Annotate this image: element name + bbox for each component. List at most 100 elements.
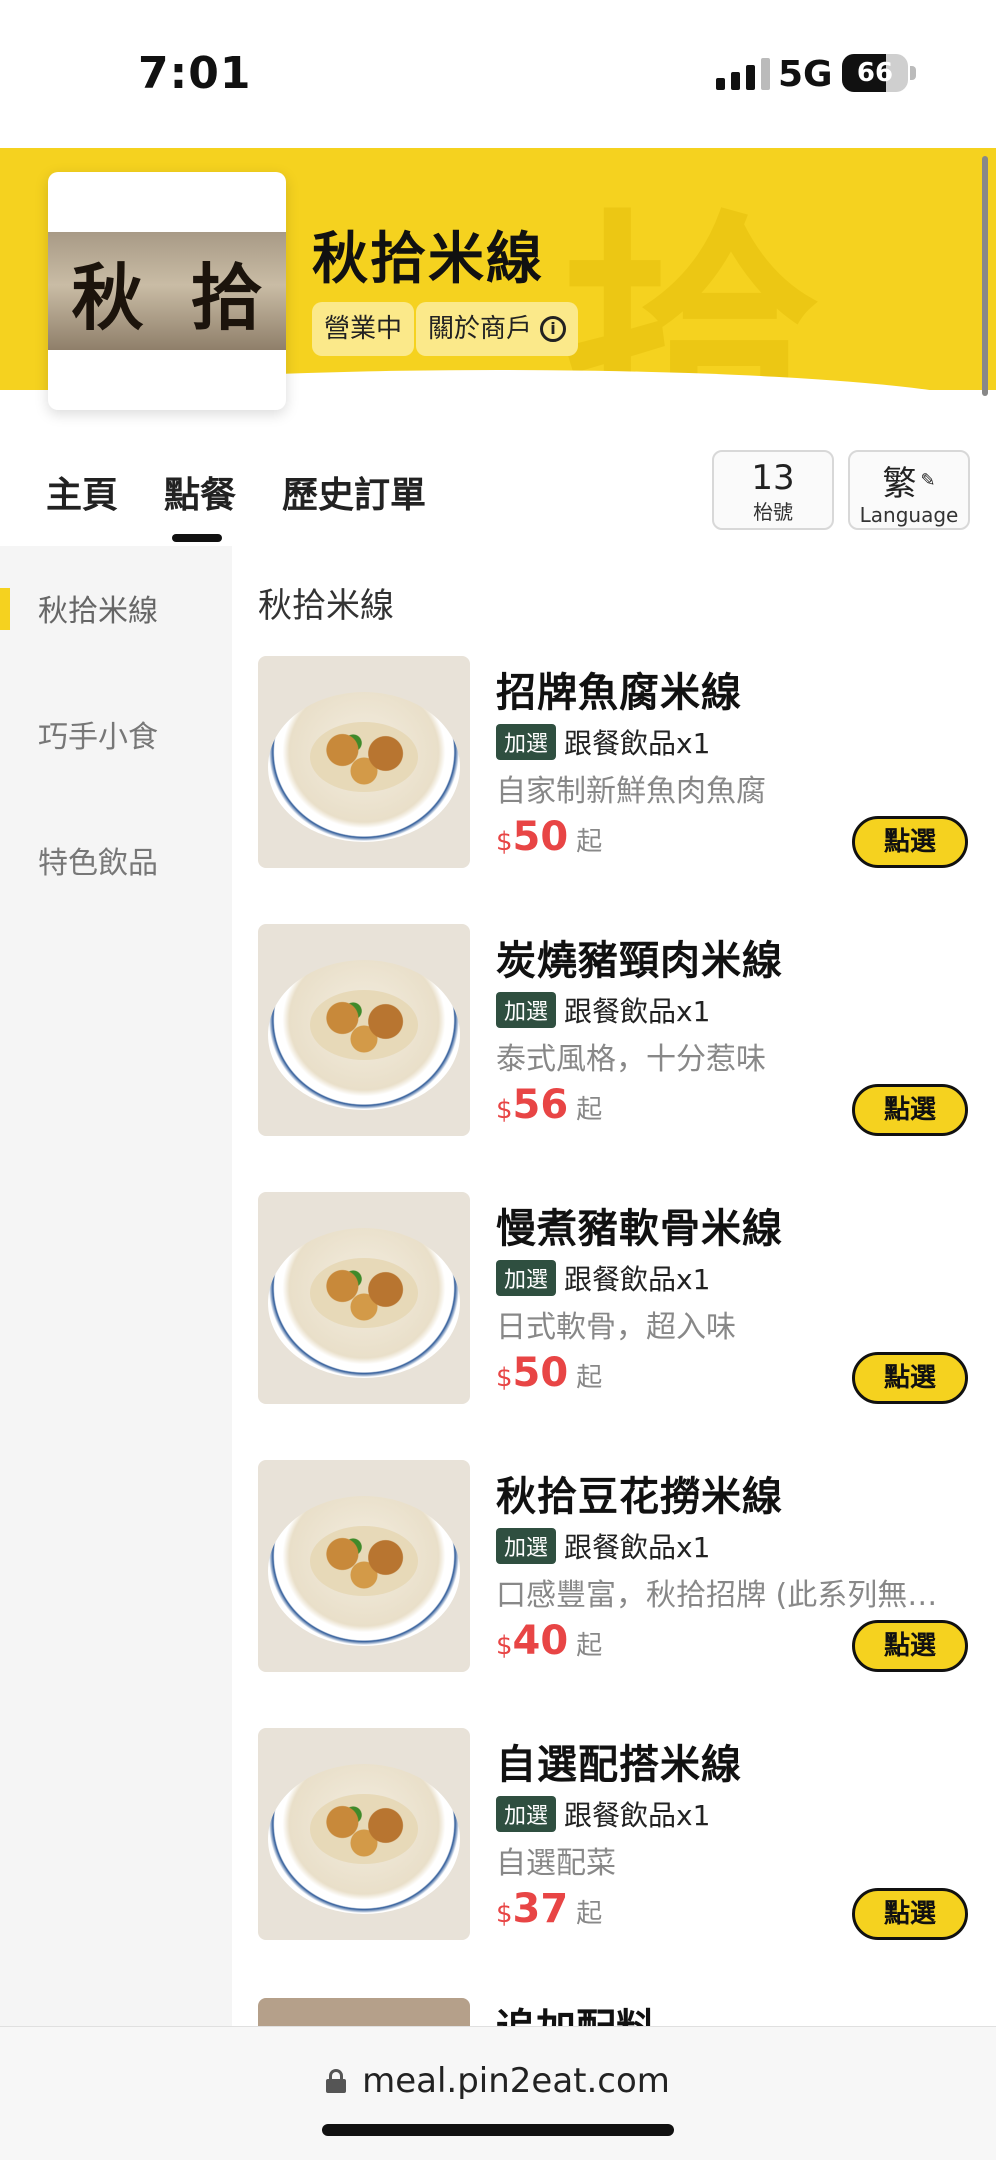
menu-item[interactable]: 慢煮豬軟骨米線 加選 跟餐飲品x1 日式軟骨，超入味 $ 50 起 點選 bbox=[258, 1192, 970, 1406]
store-logo: 秋 拾 bbox=[48, 172, 286, 410]
battery-percent: 66 bbox=[856, 58, 894, 88]
item-addon: 加選 跟餐飲品x1 bbox=[496, 1526, 710, 1566]
table-label: 枱號 bbox=[753, 500, 793, 524]
battery-nub bbox=[910, 66, 916, 80]
addon-text: 跟餐飲品x1 bbox=[564, 1263, 711, 1296]
tab-home[interactable]: 主頁 bbox=[46, 466, 118, 518]
language-char: 繁 bbox=[882, 464, 917, 504]
pencil-icon: ✎ bbox=[920, 470, 936, 491]
item-addon: 加選 跟餐飲品x1 bbox=[496, 1258, 710, 1298]
item-price: $ 37 起 bbox=[496, 1886, 602, 1932]
sidebar-item-rice-noodle[interactable]: 秋拾米線 bbox=[38, 586, 158, 630]
active-tab-indicator bbox=[172, 534, 222, 542]
addon-text: 跟餐飲品x1 bbox=[564, 1799, 711, 1832]
item-description: 口感豐富，秋拾招牌 (此系列無… bbox=[496, 1578, 938, 1613]
item-addon: 加選 跟餐飲品x1 bbox=[496, 990, 710, 1030]
language-button[interactable]: 繁 ✎ Language bbox=[848, 450, 970, 530]
section-title: 秋拾米線 bbox=[258, 586, 394, 626]
item-price: $ 56 起 bbox=[496, 1082, 602, 1128]
addon-tag: 加選 bbox=[496, 992, 557, 1028]
item-description: 自選配菜 bbox=[496, 1846, 616, 1881]
item-description: 自家制新鮮魚肉魚腐 bbox=[496, 774, 766, 809]
price-currency: $ bbox=[496, 1095, 513, 1125]
store-name: 秋拾米線 bbox=[312, 227, 544, 292]
price-value: 40 bbox=[512, 1618, 569, 1664]
addon-text: 跟餐飲品x1 bbox=[564, 995, 711, 1028]
language-char-row: 繁 ✎ bbox=[850, 456, 968, 505]
price-value: 37 bbox=[512, 1886, 569, 1932]
tab-history[interactable]: 歷史訂單 bbox=[282, 466, 426, 518]
language-label: Language bbox=[859, 503, 959, 527]
menu-item-partial[interactable]: 追加配料 bbox=[258, 1998, 970, 2028]
menu-item[interactable]: 炭燒豬頸肉米線 加選 跟餐飲品x1 泰式風格，十分惹味 $ 56 起 點選 bbox=[258, 924, 970, 1138]
price-value: 50 bbox=[512, 814, 569, 860]
menu-item[interactable]: 自選配搭米線 加選 跟餐飲品x1 自選配菜 $ 37 起 點選 bbox=[258, 1728, 970, 1942]
price-suffix: 起 bbox=[576, 1363, 603, 1393]
item-addon: 加選 跟餐飲品x1 bbox=[496, 722, 710, 762]
battery-icon: 66 bbox=[842, 54, 908, 92]
item-name: 慢煮豬軟骨米線 bbox=[496, 1206, 783, 1252]
url-row: meal.pin2eat.com bbox=[0, 2061, 996, 2101]
logo-char: 拾 bbox=[190, 254, 263, 340]
price-suffix: 起 bbox=[576, 1095, 603, 1125]
item-photo bbox=[258, 1998, 470, 2028]
status-badge: 營業中 bbox=[312, 302, 415, 356]
info-icon: i bbox=[540, 316, 567, 342]
scrollbar[interactable] bbox=[982, 156, 988, 396]
active-category-marker bbox=[0, 588, 10, 630]
item-addon: 加選 跟餐飲品x1 bbox=[496, 1794, 710, 1834]
item-name: 招牌魚腐米線 bbox=[496, 670, 742, 716]
addon-tag: 加選 bbox=[496, 1260, 557, 1296]
item-photo bbox=[258, 1192, 470, 1404]
price-value: 50 bbox=[512, 1350, 569, 1396]
sidebar-item-snacks[interactable]: 巧手小食 bbox=[38, 712, 158, 756]
select-button[interactable]: 點選 bbox=[852, 1352, 968, 1404]
addon-text: 跟餐飲品x1 bbox=[564, 1531, 711, 1564]
menu-item[interactable]: 秋拾豆花撈米線 加選 跟餐飲品x1 口感豐富，秋拾招牌 (此系列無… $ 40 … bbox=[258, 1460, 970, 1674]
status-bar: 7:01 5G 66 bbox=[0, 0, 996, 148]
sidebar-item-drinks[interactable]: 特色飲品 bbox=[38, 838, 158, 882]
lock-icon bbox=[326, 2069, 347, 2093]
addon-tag: 加選 bbox=[496, 1528, 557, 1564]
item-name: 追加配料 bbox=[496, 1998, 656, 2028]
banner-watermark: 拾 bbox=[560, 187, 820, 390]
item-name: 自選配搭米線 bbox=[496, 1742, 742, 1788]
select-button[interactable]: 點選 bbox=[852, 1888, 968, 1940]
network-label: 5G bbox=[778, 54, 833, 95]
item-description: 日式軟骨，超入味 bbox=[496, 1310, 736, 1345]
about-merchant-button[interactable]: 關於商戶 i bbox=[416, 302, 579, 356]
about-merchant-label: 關於商戶 bbox=[428, 314, 533, 344]
status-time: 7:01 bbox=[138, 48, 252, 99]
select-button[interactable]: 點選 bbox=[852, 1620, 968, 1672]
logo-char: 秋 bbox=[71, 254, 144, 340]
addon-text: 跟餐飲品x1 bbox=[564, 727, 711, 760]
item-price: $ 40 起 bbox=[496, 1618, 602, 1664]
price-suffix: 起 bbox=[576, 1631, 603, 1661]
menu-item[interactable]: 招牌魚腐米線 加選 跟餐飲品x1 自家制新鮮魚肉魚腐 $ 50 起 點選 bbox=[258, 656, 970, 870]
price-suffix: 起 bbox=[576, 827, 603, 857]
url-text: meal.pin2eat.com bbox=[362, 2061, 670, 2101]
price-currency: $ bbox=[496, 1363, 513, 1393]
select-button[interactable]: 點選 bbox=[852, 816, 968, 868]
browser-address-bar[interactable]: meal.pin2eat.com bbox=[0, 2026, 996, 2160]
item-photo bbox=[258, 924, 470, 1136]
item-photo bbox=[258, 1460, 470, 1672]
category-sidebar bbox=[0, 546, 232, 2026]
item-photo bbox=[258, 656, 470, 868]
addon-tag: 加選 bbox=[496, 1796, 557, 1832]
item-name: 炭燒豬頸肉米線 bbox=[496, 938, 783, 984]
store-logo-image: 秋 拾 bbox=[48, 232, 286, 350]
addon-tag: 加選 bbox=[496, 724, 557, 760]
tab-order[interactable]: 點餐 bbox=[164, 466, 236, 518]
item-price: $ 50 起 bbox=[496, 1350, 602, 1396]
table-number: 13 bbox=[751, 458, 795, 498]
select-button[interactable]: 點選 bbox=[852, 1084, 968, 1136]
home-indicator[interactable] bbox=[322, 2124, 674, 2136]
price-currency: $ bbox=[496, 1899, 513, 1929]
signal-icon bbox=[716, 58, 770, 90]
price-value: 56 bbox=[512, 1082, 569, 1128]
item-price: $ 50 起 bbox=[496, 814, 602, 860]
price-suffix: 起 bbox=[576, 1899, 603, 1929]
price-currency: $ bbox=[496, 827, 513, 857]
item-photo bbox=[258, 1728, 470, 1940]
